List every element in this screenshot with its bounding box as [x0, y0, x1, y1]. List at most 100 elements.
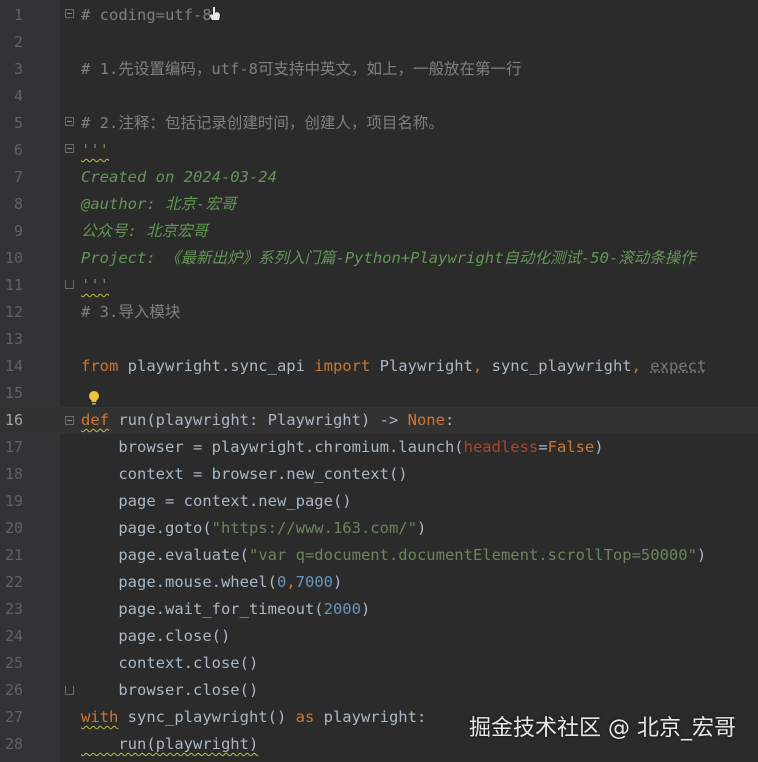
code-token: 2000: [323, 600, 361, 618]
intention-bulb-icon[interactable]: [88, 390, 100, 406]
code-token: as: [295, 708, 315, 726]
code-token: ,: [286, 573, 296, 591]
line-number[interactable]: 18: [0, 461, 23, 488]
line-number[interactable]: 15: [0, 380, 23, 407]
line-number[interactable]: 10: [0, 245, 23, 272]
line-number[interactable]: 20: [0, 515, 23, 542]
fold-marker-icon[interactable]: [65, 416, 74, 425]
code-token: None: [407, 411, 445, 429]
code-token: run(playwright: Playwright) ->: [109, 411, 408, 429]
code-token: # 3.导入模块: [81, 303, 181, 321]
code-line[interactable]: page.evaluate("var q=document.documentEl…: [81, 542, 706, 569]
code-line[interactable]: context = browser.new_context(): [81, 461, 408, 488]
code-token: "var q=document.documentElement.scrollTo…: [248, 546, 697, 564]
fold-end-icon[interactable]: [65, 686, 74, 695]
line-number[interactable]: 25: [0, 650, 23, 677]
code-token: ): [360, 600, 371, 618]
code-line[interactable]: with sync_playwright() as playwright:: [81, 704, 426, 731]
code-line[interactable]: browser.close(): [81, 677, 258, 704]
code-token: sync_playwright: [482, 357, 632, 375]
code-line[interactable]: Created on 2024-03-24: [81, 164, 277, 191]
code-line[interactable]: ''': [81, 137, 109, 164]
line-number[interactable]: 12: [0, 299, 23, 326]
fold-marker-icon[interactable]: [65, 9, 74, 18]
code-token: 7000: [295, 573, 333, 591]
code-token: playwright.sync_api: [118, 357, 315, 375]
watermark-text: 掘金技术社区 @ 北京_宏哥: [469, 716, 736, 741]
code-token: Playwright: [370, 357, 473, 375]
line-number[interactable]: 17: [0, 434, 23, 461]
line-number[interactable]: 23: [0, 596, 23, 623]
code-token: 公众号: 北京宏哥: [81, 222, 209, 240]
code-token: Created on 2024-03-24: [81, 168, 277, 186]
code-token: page.mouse.wheel(: [81, 573, 277, 591]
line-number[interactable]: 22: [0, 569, 23, 596]
code-line[interactable]: # 3.导入模块: [81, 299, 180, 326]
line-number[interactable]: 28: [0, 731, 23, 758]
line-number[interactable]: 13: [0, 326, 23, 353]
code-token: ): [416, 519, 427, 537]
line-number[interactable]: 1: [0, 2, 23, 29]
line-number[interactable]: 21: [0, 542, 23, 569]
code-token: # 1.先设置编码，utf-8可支持中英文，如上，一般放在第一行: [81, 60, 522, 78]
code-line[interactable]: def run(playwright: Playwright) -> None:: [81, 407, 454, 434]
line-number[interactable]: 5: [0, 110, 23, 137]
code-editor[interactable]: 1 2 3 4 5 6 7 8 9 10 11 12 13 14 15 16 17 18 19 20 21 22 23 24 2…: [0, 0, 758, 762]
code-line[interactable]: 公众号: 北京宏哥: [81, 218, 208, 245]
code-token: page.wait_for_timeout(: [81, 600, 324, 618]
code-token: context = browser.new_context(): [81, 465, 408, 483]
line-number[interactable]: 4: [0, 83, 23, 110]
code-line[interactable]: ''': [81, 272, 109, 299]
code-line[interactable]: from playwright.sync_api import Playwrig…: [81, 353, 706, 380]
line-number[interactable]: 19: [0, 488, 23, 515]
code-token: import: [314, 357, 371, 375]
code-line[interactable]: page.close(): [81, 623, 230, 650]
code-line[interactable]: page.mouse.wheel(0,7000): [81, 569, 342, 596]
code-token: # 2.注释：包括记录创建时间，创建人，项目名称。: [81, 114, 444, 132]
line-number[interactable]: 7: [0, 164, 23, 191]
code-line[interactable]: page = context.new_page(): [81, 488, 351, 515]
code-token: @author: 北京-宏哥: [81, 195, 237, 213]
code-token: browser.close(): [81, 681, 259, 699]
code-line[interactable]: @author: 北京-宏哥: [81, 191, 236, 218]
line-number[interactable]: 24: [0, 623, 23, 650]
line-number[interactable]: 14: [0, 353, 23, 380]
line-number[interactable]: 2: [0, 29, 23, 56]
code-token: :: [444, 411, 455, 429]
code-token: ,: [631, 357, 641, 375]
code-line[interactable]: # coding=utf-8: [81, 2, 212, 29]
line-number[interactable]: 16: [0, 407, 23, 434]
code-token: 0: [276, 573, 287, 591]
code-token: run(playwright): [81, 735, 259, 753]
line-number[interactable]: 9: [0, 218, 23, 245]
code-line[interactable]: # 2.注释：包括记录创建时间，创建人，项目名称。: [81, 110, 444, 137]
code-line[interactable]: run(playwright): [81, 731, 258, 758]
code-line[interactable]: browser = playwright.chromium.launch(hea…: [81, 434, 604, 461]
code-line[interactable]: Project: 《最新出炉》系列入门篇-Python+Playwright自动…: [81, 245, 696, 272]
line-number[interactable]: 3: [0, 56, 23, 83]
code-line[interactable]: page.goto("https://www.163.com/"): [81, 515, 426, 542]
fold-end-icon[interactable]: [65, 280, 74, 289]
code-token: page.evaluate(: [81, 546, 249, 564]
code-token: ): [594, 438, 604, 456]
code-token: "https://www.163.com/": [211, 519, 417, 537]
code-line[interactable]: context.close(): [81, 650, 258, 677]
code-token: def: [81, 411, 109, 429]
code-token: ): [696, 546, 707, 564]
line-number[interactable]: 6: [0, 137, 23, 164]
code-token: page.close(): [81, 627, 231, 645]
line-number[interactable]: 27: [0, 704, 23, 731]
line-number[interactable]: 8: [0, 191, 23, 218]
code-token: browser = playwright.chromium.launch(: [81, 438, 464, 456]
code-token: ): [332, 573, 343, 591]
code-token: from: [81, 357, 119, 375]
fold-column[interactable]: [60, 0, 80, 762]
line-number[interactable]: 11: [0, 272, 23, 299]
line-number[interactable]: 26: [0, 677, 23, 704]
code-line[interactable]: page.wait_for_timeout(2000): [81, 596, 370, 623]
code-line[interactable]: # 1.先设置编码，utf-8可支持中英文，如上，一般放在第一行: [81, 56, 522, 83]
code-token: # coding=utf-8: [81, 6, 212, 24]
fold-marker-icon[interactable]: [65, 144, 74, 153]
fold-marker-icon[interactable]: [65, 117, 74, 126]
